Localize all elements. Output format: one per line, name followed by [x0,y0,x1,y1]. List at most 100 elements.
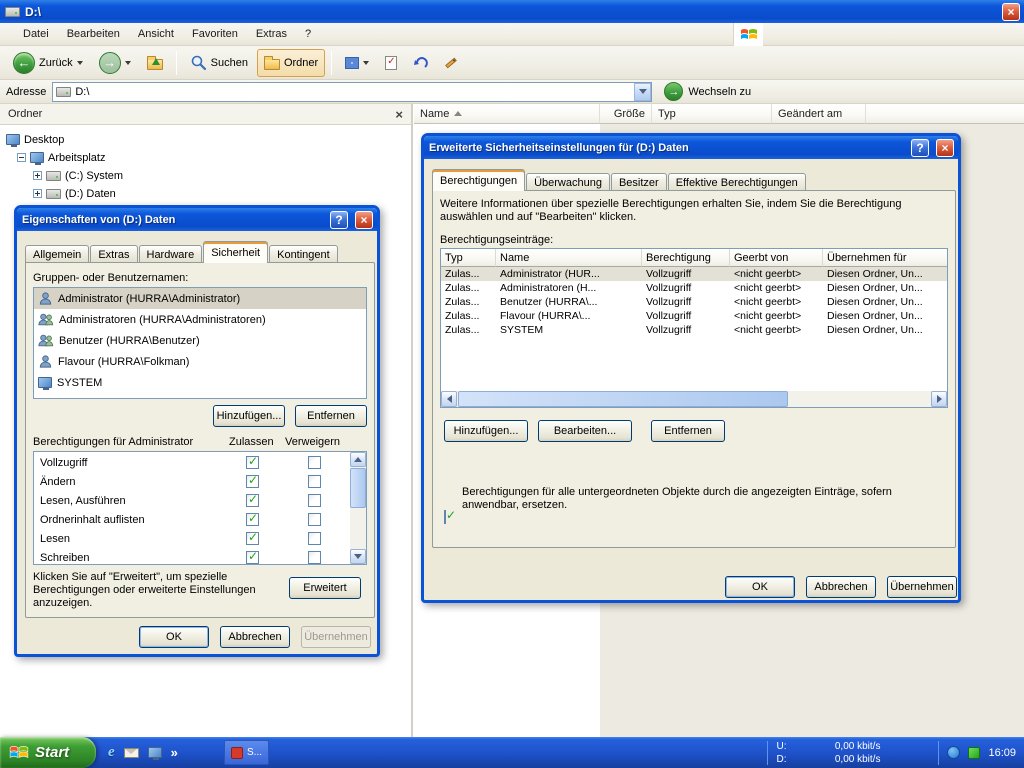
up-button[interactable] [140,49,170,77]
column-header-type[interactable]: Typ [652,104,772,124]
deny-checkbox[interactable] [308,513,321,526]
scrollbar-thumb[interactable] [458,391,788,407]
forward-dropdown-icon[interactable] [124,60,131,65]
add-entry-button[interactable]: Hinzufügen... [444,420,528,442]
tree-item-arbeitsplatz[interactable]: Arbeitsplatz [0,149,105,166]
remove-entry-button[interactable]: Entfernen [651,420,725,442]
show-desktop-icon[interactable] [147,747,162,760]
column-header-name[interactable]: Name [414,104,600,124]
tab-berechtigungen[interactable]: Berechtigungen [432,169,526,191]
select-tool-button[interactable] [378,49,404,77]
tab-hardware[interactable]: Hardware [138,245,203,263]
scrollbar-thumb[interactable] [350,468,366,508]
tray-status-icon[interactable] [968,746,981,759]
tab-extras[interactable]: Extras [90,245,138,263]
column-header-size[interactable]: Größe [600,104,652,124]
scroll-left-button[interactable] [441,391,457,407]
user-list-item[interactable]: Benutzer (HURRA\Benutzer) [34,330,366,351]
tab-sicherheit[interactable]: Sicherheit [203,241,269,263]
horizontal-scrollbar[interactable] [441,391,947,407]
permission-row[interactable]: Lesen, Ausführen [34,492,366,512]
help-icon[interactable]: ? [911,138,929,157]
menu-hilfe[interactable]: ? [296,24,320,44]
menu-bearbeiten[interactable]: Bearbeiten [58,24,129,44]
close-icon[interactable]: × [936,138,954,157]
undo-button[interactable] [406,49,436,77]
tray-network-icon[interactable] [947,746,961,759]
cancel-button[interactable]: Abbrechen [220,626,290,648]
apply-button[interactable]: Übernehmen [887,576,957,598]
address-combo[interactable] [52,81,653,102]
close-icon[interactable]: × [355,210,373,229]
vertical-scrollbar[interactable] [350,452,366,564]
column-header-geerbt-von[interactable]: Geerbt von [730,249,823,267]
menu-extras[interactable]: Extras [247,24,296,44]
user-list-item[interactable]: Flavour (HURRA\Folkman) [34,351,366,372]
tab-ueberwachung[interactable]: Überwachung [526,173,610,191]
scroll-right-button[interactable] [931,391,947,407]
deny-checkbox[interactable] [308,532,321,545]
apply-button[interactable]: Übernehmen [301,626,371,648]
edit-tool-button[interactable] [438,49,464,77]
add-user-button[interactable]: Hinzufügen... [213,405,285,427]
deny-checkbox[interactable] [308,494,321,507]
views-dropdown-icon[interactable] [363,60,370,65]
menu-favoriten[interactable]: Favoriten [183,24,247,44]
allow-checkbox[interactable] [246,454,259,469]
advanced-button[interactable]: Erweitert [289,577,361,599]
taskbar-app-button[interactable]: S... [224,740,270,765]
expand-icon[interactable] [33,189,42,198]
allow-checkbox[interactable] [246,530,259,545]
column-header-uebernehmen-fuer[interactable]: Übernehmen für [823,249,947,267]
permission-row[interactable]: Lesen [34,530,366,550]
scroll-up-button[interactable] [350,452,366,467]
go-button[interactable]: → Wechseln zu [658,80,757,104]
back-dropdown-icon[interactable] [76,60,83,65]
user-list-item[interactable]: Administratoren (HURRA\Administratoren) [34,309,366,330]
address-dropdown-button[interactable] [634,82,652,101]
collapse-icon[interactable] [17,153,26,162]
allow-checkbox[interactable] [246,492,259,507]
tree-item-drive-c[interactable]: (C:) System [0,167,123,184]
remove-user-button[interactable]: Entfernen [295,405,367,427]
back-button[interactable]: ← Zurück [6,49,90,77]
permission-row[interactable]: Ordnerinhalt auflisten [34,511,366,531]
column-header-typ[interactable]: Typ [441,249,496,267]
user-list-item[interactable]: Administrator (HURRA\Administrator) [34,288,366,309]
deny-checkbox[interactable] [308,551,321,564]
allow-checkbox[interactable] [246,511,259,526]
permission-entry-row[interactable]: Zulas... Benutzer (HURRA\... Vollzugriff… [441,295,947,309]
close-icon[interactable]: × [395,107,403,122]
column-header-berechtigung[interactable]: Berechtigung [642,249,730,267]
deny-checkbox[interactable] [308,456,321,469]
tab-allgemein[interactable]: Allgemein [25,245,90,263]
cancel-button[interactable]: Abbrechen [806,576,876,598]
tree-item-drive-d[interactable]: (D:) Daten [0,185,116,202]
permission-entry-row[interactable]: Zulas... Administrator (HUR... Vollzugri… [441,267,947,281]
ok-button[interactable]: OK [139,626,209,648]
close-icon[interactable]: × [1002,2,1020,21]
column-header-name[interactable]: Name [496,249,642,267]
replace-permissions-checkbox[interactable] [444,510,446,524]
tab-effektive-berechtigungen[interactable]: Effektive Berechtigungen [667,173,806,191]
permission-entry-row[interactable]: Zulas... SYSTEM Vollzugriff <nicht geerb… [441,323,947,337]
scroll-down-button[interactable] [350,549,366,564]
start-button[interactable]: Start [0,737,96,768]
menu-datei[interactable]: Datei [14,24,58,44]
allow-checkbox[interactable] [246,473,259,488]
menu-ansicht[interactable]: Ansicht [129,24,183,44]
user-list-item[interactable]: SYSTEM [34,372,366,393]
column-header-modified[interactable]: Geändert am [772,104,866,124]
tab-besitzer[interactable]: Besitzer [610,173,667,191]
permission-row[interactable]: Schreiben [34,549,366,564]
views-button[interactable] [338,49,376,77]
tab-kontingent[interactable]: Kontingent [269,245,338,263]
mail-icon[interactable] [123,747,139,758]
folders-button[interactable]: Ordner [256,48,326,77]
edit-entry-button[interactable]: Bearbeiten... [538,420,632,442]
permission-row[interactable]: Vollzugriff [34,454,366,474]
tree-item-desktop[interactable]: Desktop [0,131,64,148]
deny-checkbox[interactable] [308,475,321,488]
browser-icon[interactable]: e [108,744,115,761]
forward-button[interactable]: → [92,49,138,77]
